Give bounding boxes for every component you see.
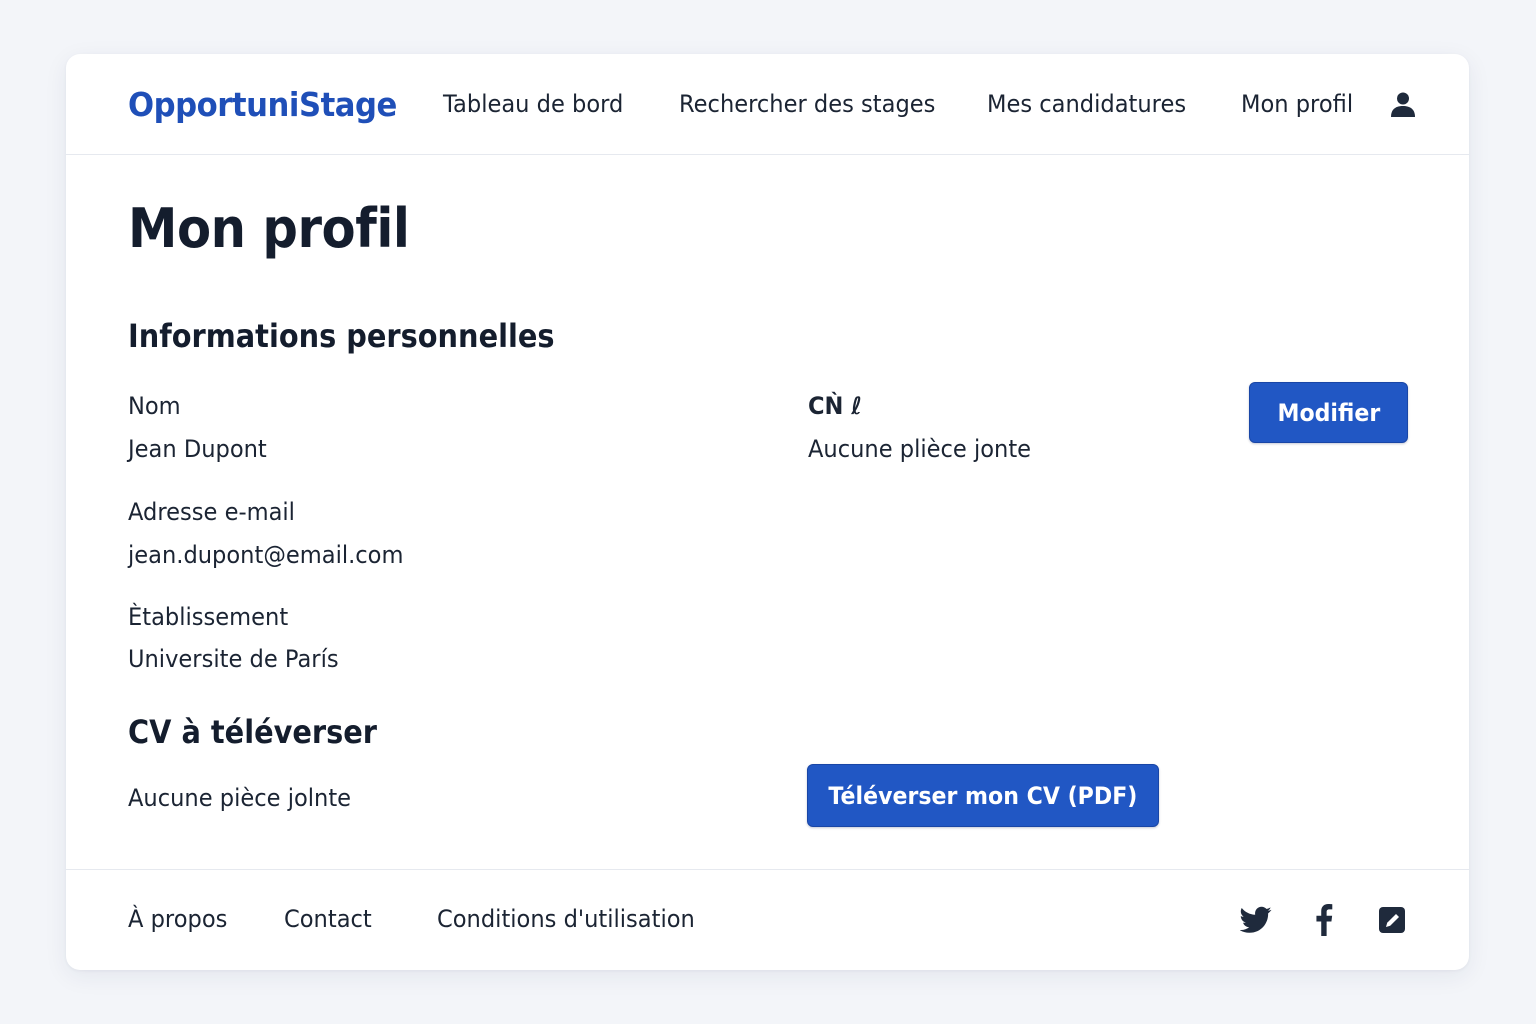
facebook-icon-glyph (1316, 904, 1333, 936)
footer-link-about[interactable]: À propos (128, 905, 227, 933)
top-navigation: OpportuniStage Tableau de bord Recherche… (66, 54, 1469, 155)
profile-card: OpportuniStage Tableau de bord Recherche… (66, 54, 1469, 970)
email-label: Adresse e-mail (128, 498, 295, 526)
user-icon-glyph (1391, 92, 1415, 117)
personal-info-heading: Informations personnelles (128, 317, 555, 355)
upload-cv-button[interactable]: Téléverser mon CV (PDF) (807, 764, 1159, 827)
school-label: Ètablissement (128, 603, 289, 631)
edit-profile-button[interactable]: Modifier (1249, 382, 1408, 443)
cv-label: CǸ ℓ (808, 392, 862, 420)
logo[interactable]: OpportuniStage (128, 85, 397, 124)
page-title: Mon profil (128, 197, 410, 260)
facebook-icon[interactable] (1308, 904, 1340, 936)
twitter-icon[interactable] (1240, 904, 1272, 936)
name-value: Jean Dupont (128, 435, 267, 463)
nav-my-profile[interactable]: Mon profil (1241, 90, 1353, 118)
user-icon[interactable] (1389, 90, 1417, 118)
nav-my-applications[interactable]: Mes candidatures (987, 90, 1186, 118)
cv-upload-heading: CV à téléverser (128, 713, 378, 751)
footer: À propos Contact Conditions d'utilisatio… (66, 869, 1469, 970)
twitter-icon-glyph (1240, 906, 1272, 933)
edit-square-icon-glyph (1379, 907, 1405, 933)
name-label: Nom (128, 392, 181, 420)
footer-link-contact[interactable]: Contact (284, 905, 372, 933)
edit-square-icon[interactable] (1376, 904, 1408, 936)
school-value: Universite de París (128, 645, 339, 673)
edit-profile-button-label: Modifier (1277, 398, 1380, 427)
upload-cv-button-label: Téléverser mon CV (PDF) (828, 781, 1138, 810)
cv-attachment-status: Aucune plièce jonte (808, 435, 1032, 463)
cv-upload-status: Aucune pièce jolnte (128, 784, 352, 812)
footer-link-terms[interactable]: Conditions d'utilisation (437, 905, 695, 933)
nav-dashboard[interactable]: Tableau de bord (443, 90, 623, 118)
nav-search-internships[interactable]: Rechercher des stages (679, 90, 935, 118)
email-value: jean.dupont@email.com (128, 541, 404, 569)
